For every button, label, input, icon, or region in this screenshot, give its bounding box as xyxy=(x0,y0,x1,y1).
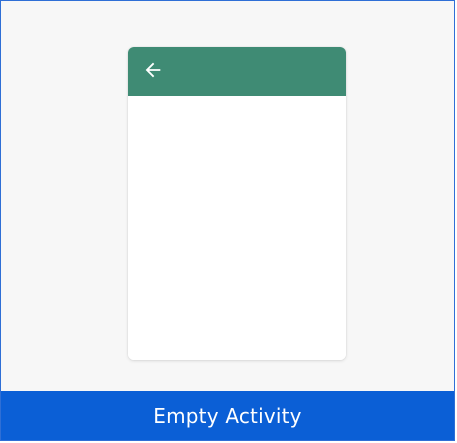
activity-preview xyxy=(128,47,346,360)
template-card[interactable]: Empty Activity xyxy=(0,0,455,441)
template-name-label: Empty Activity xyxy=(153,403,302,428)
preview-content-area xyxy=(128,96,346,360)
preview-app-bar xyxy=(128,47,346,96)
arrow-back-icon xyxy=(145,62,161,78)
template-name-bar: Empty Activity xyxy=(1,391,454,440)
